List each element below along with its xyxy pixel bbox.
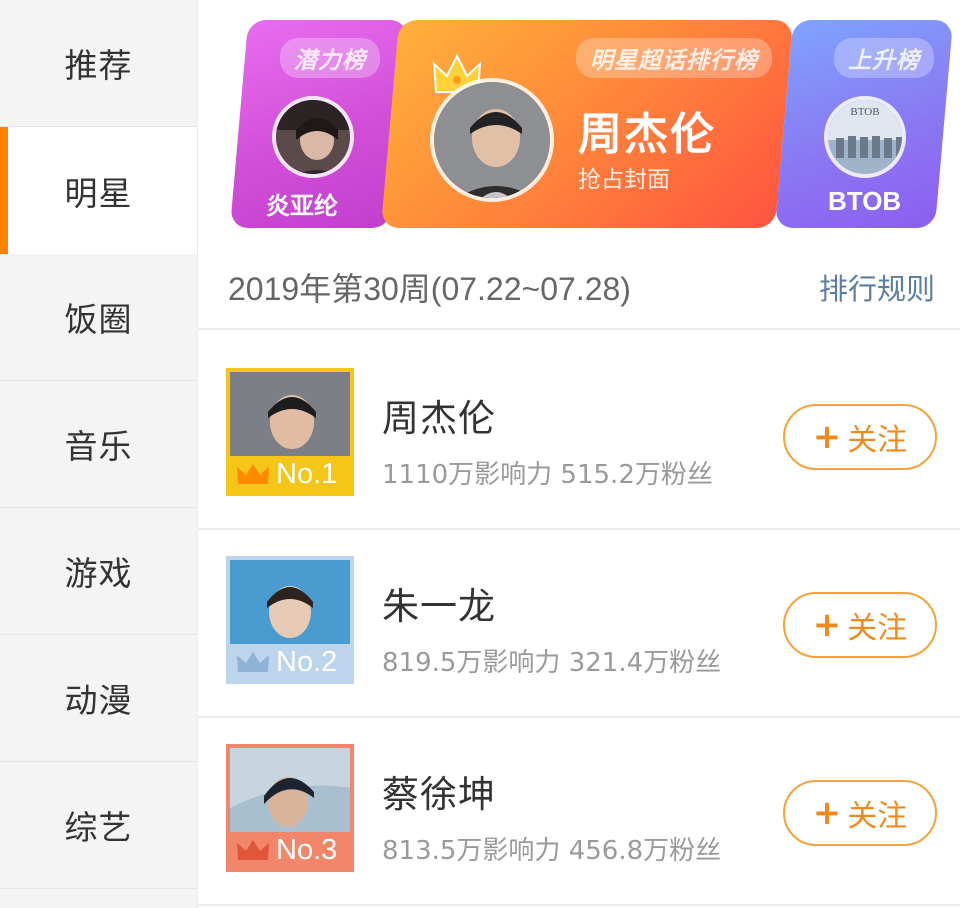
follow-label: 关注 xyxy=(847,799,908,834)
sidebar-item-label: 音乐 xyxy=(64,427,133,466)
plus-icon: + xyxy=(812,605,842,645)
ranking-header: 2019年第30周(07.22~07.28) 排行规则 xyxy=(198,244,960,330)
avatar xyxy=(430,78,554,202)
star-thumbnail[interactable]: No.1 xyxy=(226,368,354,496)
sidebar-item-recommend[interactable]: 推荐 xyxy=(0,0,197,127)
star-name[interactable]: 朱一龙 xyxy=(382,576,496,630)
star-thumbnail[interactable]: No.2 xyxy=(226,556,354,684)
star-name[interactable]: 周杰伦 xyxy=(382,388,496,442)
follow-label: 关注 xyxy=(847,611,908,646)
crown-icon xyxy=(237,840,269,860)
rank-label: No.3 xyxy=(276,833,338,866)
banner-tag: 潜力榜 xyxy=(280,38,380,78)
crown-icon xyxy=(237,652,269,672)
sidebar-item-music[interactable]: 音乐 xyxy=(0,381,197,508)
ranking-row[interactable]: No.3 蔡徐坤 813.5万影响力 456.8万粉丝 + 关注 xyxy=(198,718,960,906)
rank-label: No.1 xyxy=(276,457,338,490)
star-thumbnail[interactable]: No.3 xyxy=(226,744,354,872)
sidebar-item-label: 动漫 xyxy=(64,681,133,720)
ranking-rules-link[interactable]: 排行规则 xyxy=(819,266,935,308)
ranking-row[interactable]: No.2 朱一龙 819.5万影响力 321.4万粉丝 + 关注 xyxy=(198,530,960,718)
rank-badge: No.1 xyxy=(230,456,350,492)
super-topic-ranking-banner[interactable]: 明星超话排行榜 周杰伦 抢占封面 xyxy=(380,20,794,228)
sidebar-item-fandom[interactable]: 饭圈 xyxy=(0,254,197,381)
banner-tag: 上升榜 xyxy=(834,38,934,78)
potential-list-banner[interactable]: 潜力榜 炎亚纶 xyxy=(230,20,409,228)
sidebar-item-variety[interactable]: 综艺 xyxy=(0,762,197,889)
rank-label: No.2 xyxy=(276,645,338,678)
banner-tag: 明星超话排行榜 xyxy=(576,38,772,78)
banner-star-name: 周杰伦 xyxy=(578,109,716,160)
sidebar-item-label: 饭圈 xyxy=(64,300,133,339)
sidebar-item-label: 游戏 xyxy=(64,554,133,593)
sidebar-item-label: 综艺 xyxy=(64,808,133,847)
sidebar-item-games[interactable]: 游戏 xyxy=(0,508,197,635)
sidebar-item-stars[interactable]: 明星 xyxy=(0,127,197,254)
follow-button[interactable]: + 关注 xyxy=(783,592,937,658)
follow-button[interactable]: + 关注 xyxy=(783,404,937,470)
avatar xyxy=(272,96,354,178)
ranking-row[interactable]: No.1 周杰伦 1110万影响力 515.2万粉丝 + 关注 xyxy=(198,342,960,530)
rank-badge: No.2 xyxy=(230,644,350,680)
banner-star-name: BTOB xyxy=(828,186,902,216)
rising-list-banner[interactable]: 上升榜 BTOB BTOB xyxy=(774,20,954,228)
plus-icon: + xyxy=(812,793,842,833)
sidebar-item-label: 推荐 xyxy=(64,46,133,85)
category-sidebar: 推荐 明星 饭圈 音乐 游戏 动漫 综艺 xyxy=(0,0,197,908)
group-photo-caption: BTOB xyxy=(850,106,880,118)
star-stats: 819.5万影响力 321.4万粉丝 xyxy=(382,648,722,678)
sidebar-item-anime[interactable]: 动漫 xyxy=(0,635,197,762)
banner-subtitle: 抢占封面 xyxy=(578,167,670,193)
star-stats: 813.5万影响力 456.8万粉丝 xyxy=(382,836,722,866)
follow-label: 关注 xyxy=(847,423,908,458)
ranking-panel: 潜力榜 炎亚纶 明星超话排行榜 周杰伦 抢占封面 上升榜 BTOB BTOB 2… xyxy=(197,0,960,908)
rank-badge: No.3 xyxy=(230,832,350,868)
star-name[interactable]: 蔡徐坤 xyxy=(382,764,496,818)
crown-icon xyxy=(237,464,269,484)
active-indicator xyxy=(0,127,8,254)
star-stats: 1110万影响力 515.2万粉丝 xyxy=(382,460,713,490)
plus-icon: + xyxy=(812,417,842,457)
banner-star-name: 炎亚纶 xyxy=(266,192,338,220)
sidebar-item-label: 明星 xyxy=(64,173,133,213)
follow-button[interactable]: + 关注 xyxy=(783,780,937,846)
avatar: BTOB xyxy=(824,96,906,178)
week-title: 2019年第30周(07.22~07.28) xyxy=(228,271,631,307)
